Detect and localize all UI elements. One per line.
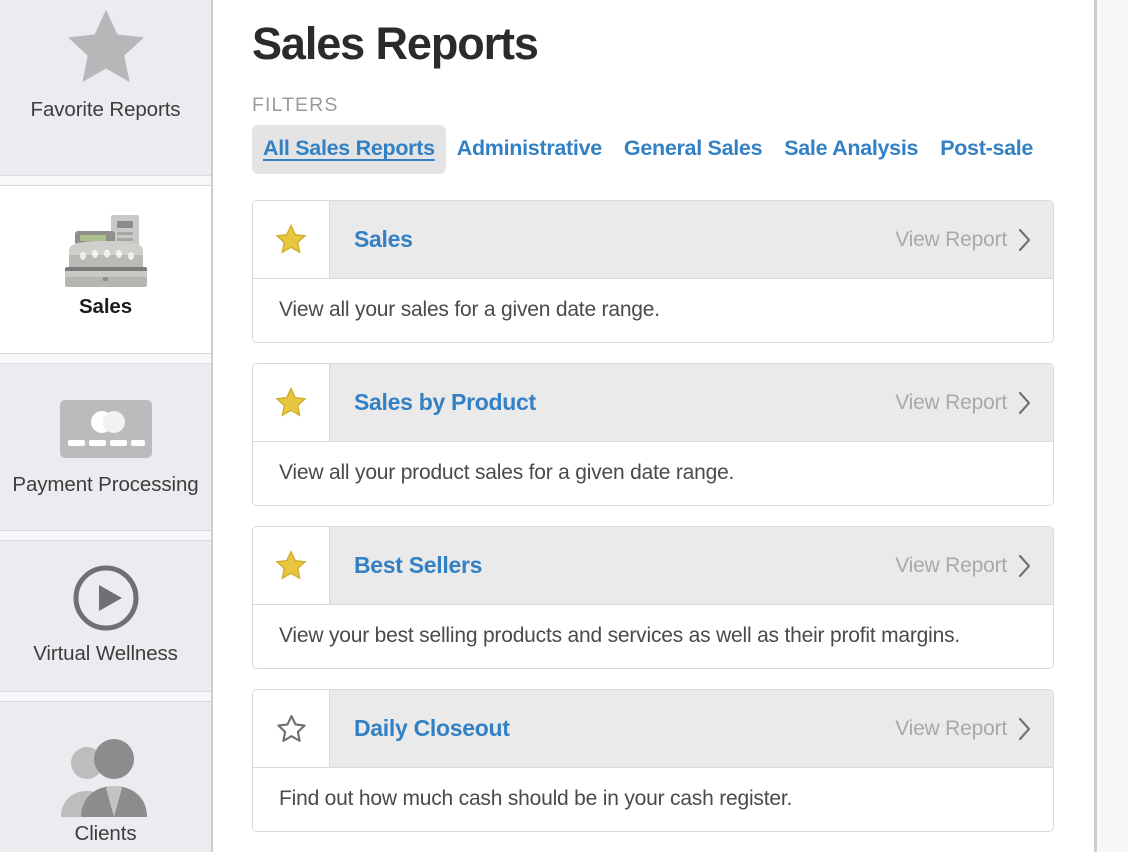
filter-tabs: All Sales Reports Administrative General… [252,125,1052,174]
play-circle-icon [72,562,140,634]
report-description: Find out how much cash should be in your… [253,768,1053,831]
favorite-toggle[interactable] [253,201,330,278]
report-card-header: Sales View Report [253,201,1053,279]
favorite-toggle[interactable] [253,690,330,767]
report-card-title-bar: Daily Closeout View Report [330,690,1053,767]
report-list: Sales View Report View all your sales fo… [252,200,1054,832]
report-description: View your best selling products and serv… [253,605,1053,668]
view-report-link[interactable]: View Report [895,391,1031,415]
view-report-label: View Report [895,390,1007,414]
sidebar-item-sales[interactable]: Sales [0,186,211,354]
chevron-right-icon [1018,391,1031,415]
star-filled-icon [275,223,307,254]
view-report-link[interactable]: View Report [895,228,1031,252]
chevron-right-icon [1018,717,1031,741]
chevron-right-icon [1018,554,1031,578]
filters-label: FILTERS [252,94,339,116]
report-card: Sales View Report View all your sales fo… [252,200,1054,343]
view-report-link[interactable]: View Report [895,554,1031,578]
favorite-toggle[interactable] [253,527,330,604]
filter-tab-administrative[interactable]: Administrative [446,125,613,174]
view-report-label: View Report [895,716,1007,740]
sidebar-item-label: Sales [78,295,133,318]
report-description: View all your product sales for a given … [253,442,1053,505]
sidebar-divider [0,692,211,702]
chevron-right-icon [1018,228,1031,252]
report-card-header: Best Sellers View Report [253,527,1053,605]
sidebar-divider [0,354,211,364]
sidebar-item-label: Clients [74,822,137,845]
sidebar-item-favorite-reports[interactable]: Favorite Reports [0,0,211,176]
filter-tab-general-sales[interactable]: General Sales [613,125,773,174]
report-card: Best Sellers View Report View your best … [252,526,1054,669]
sidebar-item-payment-processing[interactable]: Payment Processing [0,364,211,531]
sidebar-item-label: Virtual Wellness [33,641,178,665]
filter-tab-post-sale[interactable]: Post-sale [929,125,1044,174]
sidebar-item-virtual-wellness[interactable]: Virtual Wellness [0,541,211,692]
report-card: Daily Closeout View Report Find out how … [252,689,1054,832]
report-card-header: Daily Closeout View Report [253,690,1053,768]
report-card: Sales by Product View Report View all yo… [252,363,1054,506]
star-icon [62,0,150,94]
report-name-link[interactable]: Best Sellers [354,552,482,579]
page-title: Sales Reports [252,18,539,69]
report-name-link[interactable]: Sales [354,226,413,253]
main-content: Sales Reports FILTERS All Sales Reports … [213,0,1128,852]
cash-register-icon [57,215,155,287]
sidebar: Favorite Reports Sales Payment Processin… [0,0,213,852]
sidebar-divider [0,176,211,186]
report-card-title-bar: Sales by Product View Report [330,364,1053,441]
star-outline-icon [276,714,306,742]
report-description: View all your sales for a given date ran… [253,279,1053,342]
filter-tab-all-sales-reports[interactable]: All Sales Reports [252,125,446,174]
report-card-title-bar: Best Sellers View Report [330,527,1053,604]
report-card-title-bar: Sales View Report [330,201,1053,278]
view-report-label: View Report [895,227,1007,251]
users-icon [54,739,158,817]
view-report-label: View Report [895,553,1007,577]
right-rail [1094,0,1128,852]
sidebar-item-label: Favorite Reports [30,98,181,121]
app-root: Favorite Reports Sales Payment Processin… [0,0,1128,852]
report-name-link[interactable]: Sales by Product [354,389,536,416]
credit-card-icon [59,393,152,465]
report-card-header: Sales by Product View Report [253,364,1053,442]
report-name-link[interactable]: Daily Closeout [354,715,510,742]
view-report-link[interactable]: View Report [895,717,1031,741]
sidebar-item-label: Payment Processing [12,472,199,496]
sidebar-divider [0,531,211,541]
sidebar-item-clients[interactable]: Clients [0,702,211,852]
star-filled-icon [275,549,307,580]
favorite-toggle[interactable] [253,364,330,441]
star-filled-icon [275,386,307,417]
filter-tab-sale-analysis[interactable]: Sale Analysis [773,125,929,174]
